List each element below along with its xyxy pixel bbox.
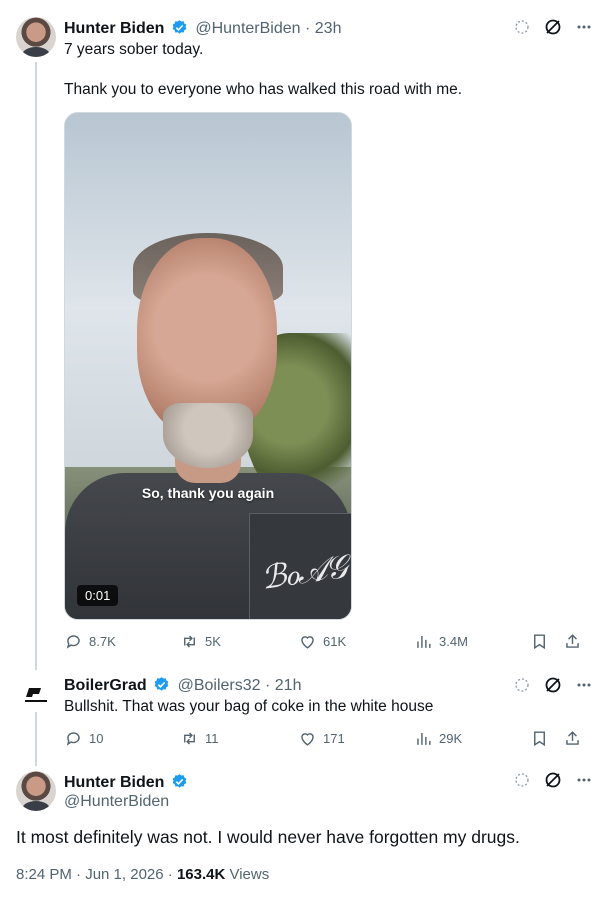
video-caption: So, thank you again	[141, 485, 275, 501]
repost-icon	[184, 732, 195, 745]
tweet-text: It most definitely was not. I would neve…	[16, 827, 520, 847]
tweet-header: BoilerGrad @Boilers32 · 21h	[64, 676, 301, 695]
share-icon[interactable]	[563, 632, 582, 651]
timestamp[interactable]: 8:24 PM · Jun 1, 2026 ·	[16, 866, 173, 883]
slash-circle-icon[interactable]	[544, 676, 562, 694]
repost-count: 11	[205, 731, 219, 746]
reply-button[interactable]: 8.7K	[64, 632, 116, 651]
avatar[interactable]	[16, 771, 56, 811]
share-icon[interactable]	[563, 729, 582, 748]
reply-button[interactable]: 10	[64, 729, 103, 748]
reply-icon	[66, 635, 80, 649]
views-icon	[417, 732, 431, 745]
tweet-header: Hunter Biden @HunterBiden · 23h	[64, 19, 341, 38]
views-icon	[417, 635, 431, 648]
views-count: 163.4K	[176, 866, 226, 883]
like-count: 171	[323, 731, 345, 746]
views-button[interactable]: 3.4M	[414, 632, 468, 651]
author-name[interactable]: BoilerGrad	[64, 677, 147, 694]
views-label: Views	[229, 866, 270, 883]
like-button[interactable]: 171	[298, 729, 345, 748]
author-handle[interactable]: @HunterBiden	[64, 793, 169, 811]
repost-icon	[184, 635, 195, 648]
tweet-text: Bullshit. That was your bag of coke in t…	[64, 698, 434, 715]
like-icon	[301, 636, 314, 649]
views-count: 3.4M	[439, 634, 468, 649]
post-time[interactable]: · 21h	[265, 677, 301, 694]
tweet-text-line2: Thank you to everyone who has walked thi…	[64, 81, 463, 98]
verified-badge-icon	[172, 20, 187, 34]
grok-icon[interactable]	[514, 772, 530, 788]
more-icon[interactable]	[576, 677, 592, 693]
author-handle[interactable]: @HunterBiden	[195, 20, 300, 37]
avatar[interactable]	[16, 17, 56, 57]
author-handle[interactable]: @Boilers32	[178, 677, 261, 694]
bookmark-icon[interactable]	[530, 729, 549, 748]
views-button[interactable]: 29K	[414, 729, 462, 748]
verified-badge-icon	[154, 677, 169, 691]
avatar[interactable]	[16, 676, 56, 716]
views-count: 29K	[439, 731, 463, 746]
repost-button[interactable]: 11	[180, 729, 219, 748]
verified-badge-icon	[172, 774, 187, 788]
repost-count: 5K	[205, 634, 221, 649]
reply-count: 10	[89, 731, 104, 746]
boilermakers-logo-icon	[25, 688, 47, 702]
author-name[interactable]: Hunter Biden	[64, 774, 164, 791]
like-button[interactable]: 61K	[298, 632, 346, 651]
like-count: 61K	[323, 634, 347, 649]
tweet-meta: 8:24 PM · Jun 1, 2026 · 163.4K Views	[16, 866, 269, 883]
slash-circle-icon[interactable]	[544, 18, 562, 36]
post-time[interactable]: · 23h	[305, 20, 341, 37]
video-player[interactable]: ℬℴ𝒜𝒢 So, thank you again 0:01	[64, 112, 352, 620]
video-time-badge: 0:01	[77, 585, 119, 606]
slash-circle-icon[interactable]	[544, 771, 562, 789]
more-icon[interactable]	[576, 772, 592, 788]
grok-icon[interactable]	[514, 677, 530, 693]
reply-icon	[66, 732, 80, 746]
repost-button[interactable]: 5K	[180, 632, 221, 651]
like-icon	[301, 733, 314, 746]
tweet-header: Hunter Biden	[64, 773, 191, 792]
author-name[interactable]: Hunter Biden	[64, 20, 164, 37]
bookmark-icon[interactable]	[530, 632, 549, 651]
grok-icon[interactable]	[514, 19, 530, 35]
more-icon[interactable]	[576, 19, 592, 35]
tweet-text-line1: 7 years sober today.	[64, 41, 204, 58]
thread-line	[35, 712, 37, 766]
thread-line	[35, 62, 37, 670]
reply-count: 8.7K	[89, 634, 116, 649]
